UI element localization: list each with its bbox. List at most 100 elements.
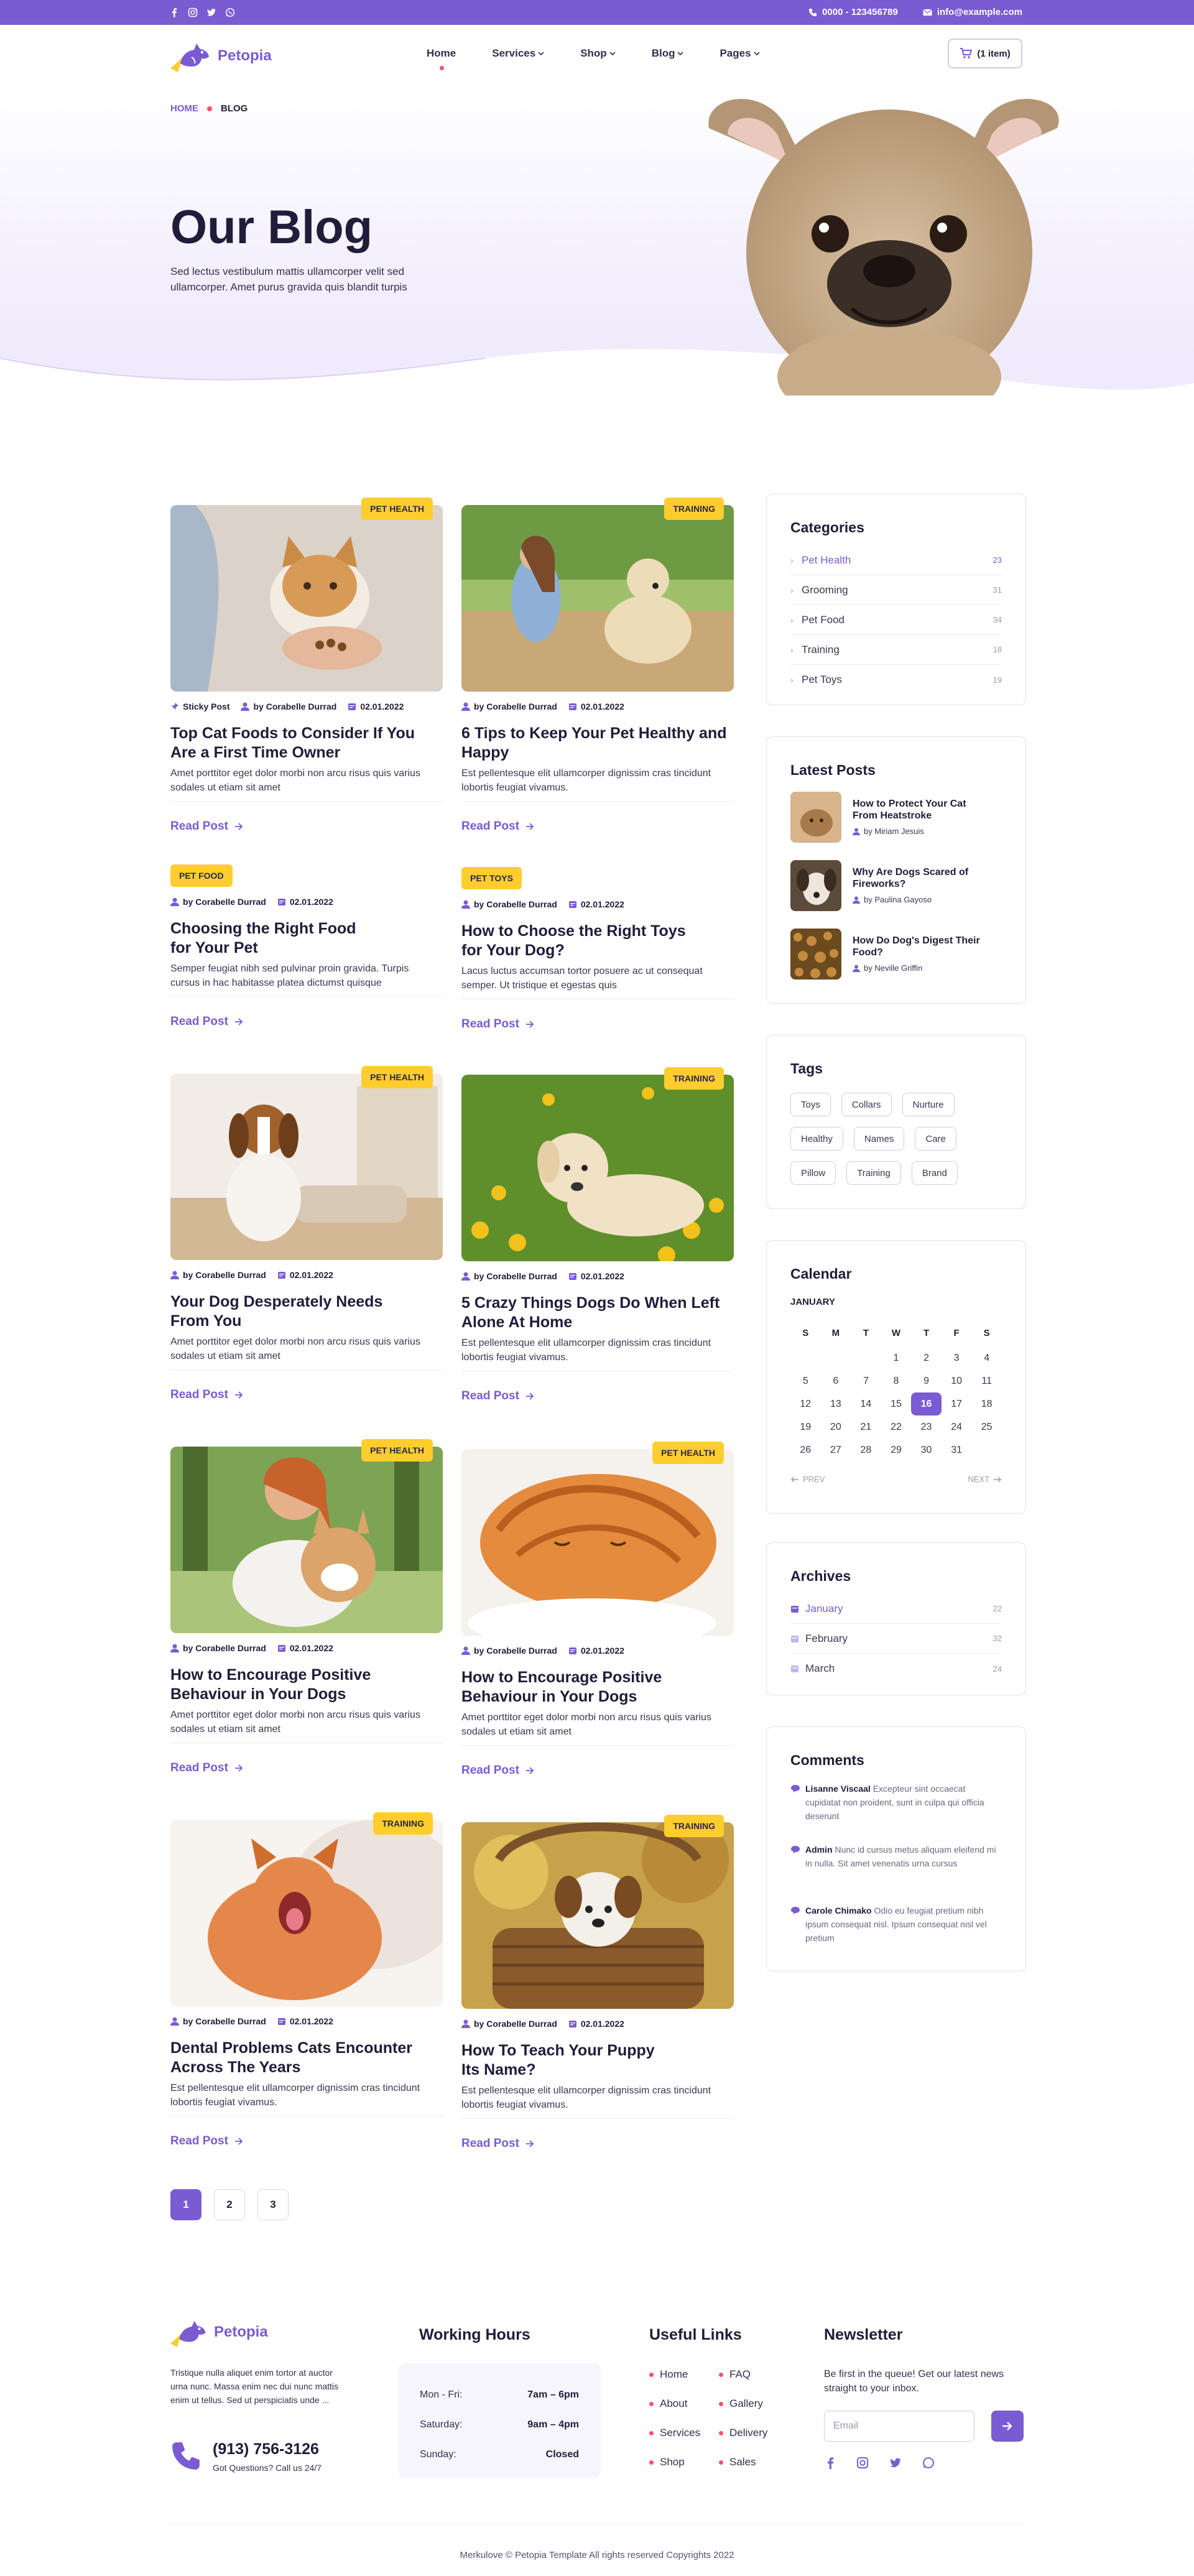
post-title[interactable]: Choosing the Right Food for Your Pet <box>170 919 443 958</box>
nav-shop[interactable]: Shop <box>580 47 616 60</box>
topbar-phone[interactable]: 0000 - 123456789 <box>808 7 898 17</box>
post-author[interactable]: by Corabelle Durrad <box>461 702 557 711</box>
calendar-day[interactable]: 2 <box>911 1346 942 1369</box>
blog-post-card[interactable]: TRAINING by Corabelle Durrad 02.01.2022 Den… <box>170 1812 443 2147</box>
calendar-day[interactable]: 5 <box>790 1369 821 1392</box>
latest-post-item[interactable]: How Do Dog's Digest Their Food? by Nevill… <box>790 929 989 980</box>
instagram-icon[interactable] <box>188 7 198 17</box>
tag-training[interactable]: Training <box>846 1161 901 1185</box>
post-category-tag[interactable]: TRAINING <box>373 1812 433 1835</box>
calendar-day[interactable]: 13 <box>821 1392 851 1415</box>
tag-toys[interactable]: Toys <box>790 1093 831 1116</box>
read-post-link[interactable]: Read Post <box>461 2137 534 2151</box>
post-category-tag[interactable]: PET HEALTH <box>652 1442 724 1464</box>
footer-logo[interactable]: Petopia <box>169 2316 268 2348</box>
read-post-link[interactable]: Read Post <box>461 820 534 833</box>
calendar-day[interactable]: 25 <box>971 1415 1002 1439</box>
latest-post-item[interactable]: How to Protect Your Cat From Heatstroke b… <box>790 792 989 843</box>
calendar-day[interactable]: 14 <box>851 1392 881 1415</box>
breadcrumb-home[interactable]: HOME <box>170 103 198 114</box>
calendar-day[interactable]: 15 <box>881 1392 912 1415</box>
tag-pillow[interactable]: Pillow <box>790 1161 836 1185</box>
latest-post-item[interactable]: Why Are Dogs Scared of Fireworks? by Paul… <box>790 860 989 911</box>
tag-nurture[interactable]: Nurture <box>902 1093 955 1116</box>
calendar-day[interactable]: 21 <box>851 1415 881 1439</box>
post-title[interactable]: 6 Tips to Keep Your Pet Healthy and Happ… <box>461 724 734 762</box>
calendar-day[interactable]: 4 <box>971 1346 1002 1369</box>
facebook-icon[interactable] <box>169 7 179 17</box>
read-post-link[interactable]: Read Post <box>461 1389 534 1403</box>
post-title[interactable]: How To Teach Your Puppy Its Name? <box>461 2041 734 2080</box>
post-author[interactable]: by Corabelle Durrad <box>461 1271 557 1281</box>
read-post-link[interactable]: Read Post <box>170 1761 243 1775</box>
post-category-tag[interactable]: PET HEALTH <box>361 1439 433 1462</box>
calendar-day[interactable]: 22 <box>881 1415 912 1439</box>
post-title[interactable]: How to Encourage Positive Behaviour in Y… <box>461 1668 734 1707</box>
post-category-tag[interactable]: PET TOYS <box>461 867 522 889</box>
post-category-tag[interactable]: TRAINING <box>664 498 724 520</box>
post-category-tag[interactable]: TRAINING <box>664 1815 724 1837</box>
calendar-day[interactable]: 3 <box>942 1346 972 1369</box>
calendar-prev[interactable]: PREV <box>790 1475 825 1484</box>
cart-button[interactable]: (1 item) <box>948 39 1022 68</box>
newsletter-email-input[interactable]: Email <box>824 2411 974 2442</box>
calendar-today[interactable]: 16 <box>911 1392 942 1415</box>
calendar-day[interactable]: 8 <box>881 1369 912 1392</box>
whatsapp-icon[interactable] <box>922 2457 935 2469</box>
post-image[interactable] <box>170 1820 443 2006</box>
archive-march[interactable]: March 24 <box>790 1654 1002 1684</box>
post-author[interactable]: by Corabelle Durrad <box>461 2019 557 2029</box>
post-author[interactable]: by Corabelle Durrad <box>461 1646 557 1656</box>
blog-post-card[interactable]: PET HEALTH Sticky Post by Corabelle Durrad… <box>170 498 443 833</box>
calendar-day[interactable]: 11 <box>971 1369 1002 1392</box>
site-logo[interactable]: Petopia <box>169 39 272 73</box>
tag-collars[interactable]: Collars <box>841 1093 892 1116</box>
calendar-day[interactable]: 29 <box>881 1439 912 1462</box>
calendar-day[interactable]: 10 <box>942 1369 972 1392</box>
comment-item[interactable]: Lisanne Viscaal Excepteur sint occaecat … <box>790 1782 1002 1823</box>
post-image[interactable] <box>461 1075 734 1261</box>
calendar-day[interactable]: 26 <box>790 1439 821 1462</box>
calendar-next[interactable]: NEXT <box>968 1475 1002 1484</box>
calendar-day[interactable]: 17 <box>942 1392 972 1415</box>
calendar-day[interactable]: 20 <box>821 1415 851 1439</box>
whatsapp-icon[interactable] <box>225 7 235 17</box>
archive-january[interactable]: January 22 <box>790 1594 1002 1624</box>
footer-phone[interactable]: (913) 756-3126 <box>213 2440 319 2458</box>
post-image[interactable] <box>461 1449 734 1636</box>
read-post-link[interactable]: Read Post <box>170 820 243 833</box>
blog-post-card[interactable]: TRAINING by Corabelle Durrad 02.01.2022 How… <box>461 1815 734 2150</box>
post-image[interactable] <box>170 505 443 692</box>
page-2[interactable]: 2 <box>214 2189 245 2220</box>
page-3[interactable]: 3 <box>257 2189 289 2220</box>
post-author[interactable]: by Corabelle Durrad <box>461 899 557 909</box>
footer-link-home[interactable]: Home <box>649 2368 700 2381</box>
post-author[interactable]: by Corabelle Durrad <box>170 2016 266 2026</box>
post-category-tag[interactable]: PET FOOD <box>170 864 233 887</box>
tag-names[interactable]: Names <box>853 1127 905 1151</box>
calendar-day[interactable]: 24 <box>942 1415 972 1439</box>
blog-post-card[interactable]: PET HEALTH by Corabelle Durrad 02.01.2022 H… <box>461 1442 734 1777</box>
footer-link-faq[interactable]: FAQ <box>719 2368 767 2381</box>
calendar-day[interactable]: 9 <box>911 1369 942 1392</box>
read-post-link[interactable]: Read Post <box>170 2134 243 2148</box>
topbar-email[interactable]: info@example.com <box>923 7 1022 17</box>
read-post-link[interactable]: Read Post <box>461 1017 534 1031</box>
nav-services[interactable]: Services <box>492 47 544 60</box>
post-title[interactable]: How to Choose the Right Toys for Your Do… <box>461 922 734 960</box>
category-grooming[interactable]: › Grooming 31 <box>790 575 1002 605</box>
category-training[interactable]: › Training 18 <box>790 635 1002 665</box>
post-image[interactable] <box>170 1447 443 1633</box>
calendar-day[interactable]: 27 <box>821 1439 851 1462</box>
footer-link-gallery[interactable]: Gallery <box>719 2398 767 2410</box>
post-title[interactable]: 5 Crazy Things Dogs Do When Left Alone A… <box>461 1294 734 1332</box>
calendar-day[interactable]: 7 <box>851 1369 881 1392</box>
tag-brand[interactable]: Brand <box>911 1161 958 1185</box>
blog-post-card[interactable]: PET HEALTH by Corabelle Durrad 02.01.2022 H… <box>170 1439 443 1774</box>
calendar-day[interactable]: 31 <box>942 1439 972 1462</box>
post-author[interactable]: by Corabelle Durrad <box>170 1643 266 1653</box>
footer-link-delivery[interactable]: Delivery <box>719 2427 767 2439</box>
calendar-day[interactable]: 1 <box>881 1346 912 1369</box>
post-title[interactable]: Your Dog Desperately Needs From You <box>170 1292 443 1331</box>
post-title[interactable]: Top Cat Foods to Consider If You Are a F… <box>170 724 443 762</box>
